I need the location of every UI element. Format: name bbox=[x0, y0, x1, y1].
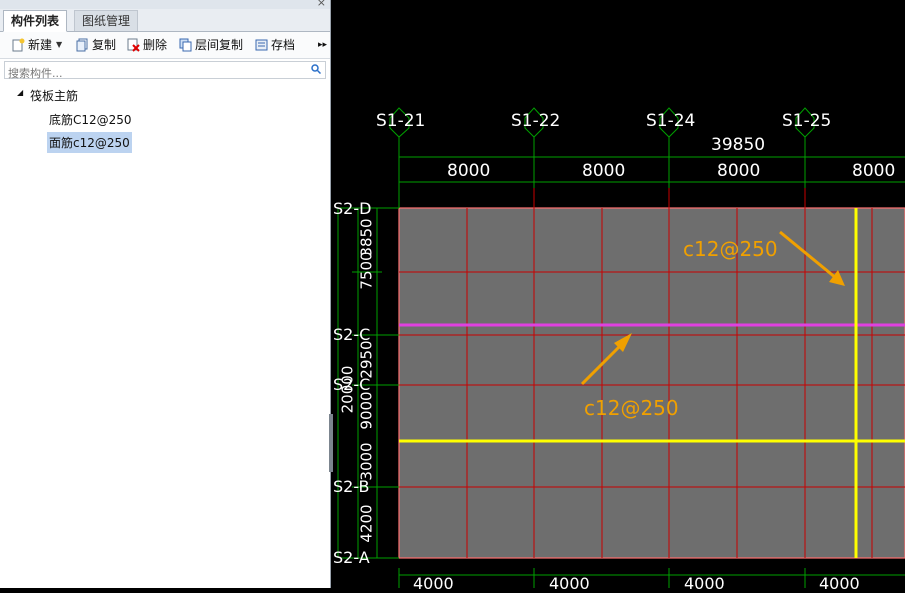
tree-root-label[interactable]: 筏板主筋 bbox=[30, 87, 78, 104]
copy-button[interactable]: 复制 bbox=[76, 36, 116, 54]
total-dimension: 39850 bbox=[711, 135, 766, 155]
save-button[interactable]: 存档 bbox=[255, 36, 295, 54]
toolbar-overflow-icon[interactable]: ▸▸ bbox=[318, 36, 327, 54]
axis-label-top-3: S1-24 bbox=[646, 111, 696, 131]
search-icon[interactable] bbox=[311, 64, 321, 74]
annotation-label-bottom: c12@250 bbox=[584, 396, 679, 420]
axis-label-left-5: S2-A bbox=[333, 548, 370, 567]
axis-label-left-4: S2-B bbox=[333, 477, 370, 496]
copy-icon bbox=[76, 38, 89, 52]
left-overall-dim: 20000 bbox=[338, 365, 357, 414]
panel-tabs: 构件列表 图纸管理 bbox=[0, 9, 330, 32]
bottom-dim-1: 4000 bbox=[413, 574, 454, 593]
search-box bbox=[4, 61, 326, 82]
component-panel: × 构件列表 图纸管理 新建 ▼ 复制 删除 层间复制 存档 ▸▸ 搜索构件..… bbox=[0, 0, 331, 588]
axis-label-top-4: S1-25 bbox=[782, 111, 832, 131]
top-dim-1: 8000 bbox=[447, 161, 491, 181]
floor-copy-button[interactable]: 层间复制 bbox=[179, 36, 243, 54]
left-dim-outer-2: 9000 bbox=[357, 391, 376, 430]
bottom-dim-3: 4000 bbox=[684, 574, 725, 593]
archive-icon bbox=[255, 38, 268, 52]
top-dim-4: 8000 bbox=[852, 161, 896, 181]
axis-label-top-1: S1-21 bbox=[376, 111, 426, 131]
tree-item-top-rebar[interactable]: 面筋c12@250 bbox=[47, 132, 132, 153]
new-label: 新建 bbox=[28, 38, 53, 52]
new-icon bbox=[12, 38, 25, 52]
left-dim-inner-3: 3000 bbox=[357, 442, 376, 481]
floor-copy-icon bbox=[179, 38, 192, 52]
top-dim-2: 8000 bbox=[582, 161, 626, 181]
left-dim-inner-4: 4200 bbox=[357, 504, 376, 543]
dropdown-arrow-icon[interactable]: ▼ bbox=[56, 36, 62, 54]
delete-button[interactable]: 删除 bbox=[127, 36, 167, 54]
tree-item-bottom-rebar[interactable]: 底筋C12@250 bbox=[47, 109, 134, 130]
panel-splitter-handle[interactable] bbox=[329, 414, 333, 472]
bottom-dim-2: 4000 bbox=[549, 574, 590, 593]
floor-copy-label: 层间复制 bbox=[195, 38, 244, 52]
axis-label-top-2: S1-22 bbox=[511, 111, 561, 131]
copy-label: 复制 bbox=[92, 38, 117, 52]
bottom-dim-4: 4000 bbox=[819, 574, 860, 593]
left-dim-inner-2: 2950 bbox=[357, 340, 376, 379]
axis-label-left-1: S2-D bbox=[333, 199, 372, 218]
toolbar: 新建 ▼ 复制 删除 层间复制 存档 ▸▸ bbox=[0, 32, 330, 59]
delete-icon bbox=[127, 38, 140, 52]
delete-label: 删除 bbox=[143, 38, 168, 52]
annotation-label-top: c12@250 bbox=[683, 237, 778, 261]
left-dim-outer-1: 7500 bbox=[357, 251, 376, 290]
new-button[interactable]: 新建 ▼ bbox=[12, 36, 62, 54]
tab-component-list[interactable]: 构件列表 bbox=[3, 10, 68, 32]
tab-drawing-management[interactable]: 图纸管理 bbox=[74, 10, 139, 31]
save-label: 存档 bbox=[271, 38, 296, 52]
raft-slab[interactable] bbox=[398, 207, 905, 559]
search-input[interactable] bbox=[5, 65, 301, 82]
tree-collapse-icon[interactable]: ◢ bbox=[17, 88, 23, 97]
top-dim-3: 8000 bbox=[717, 161, 761, 181]
